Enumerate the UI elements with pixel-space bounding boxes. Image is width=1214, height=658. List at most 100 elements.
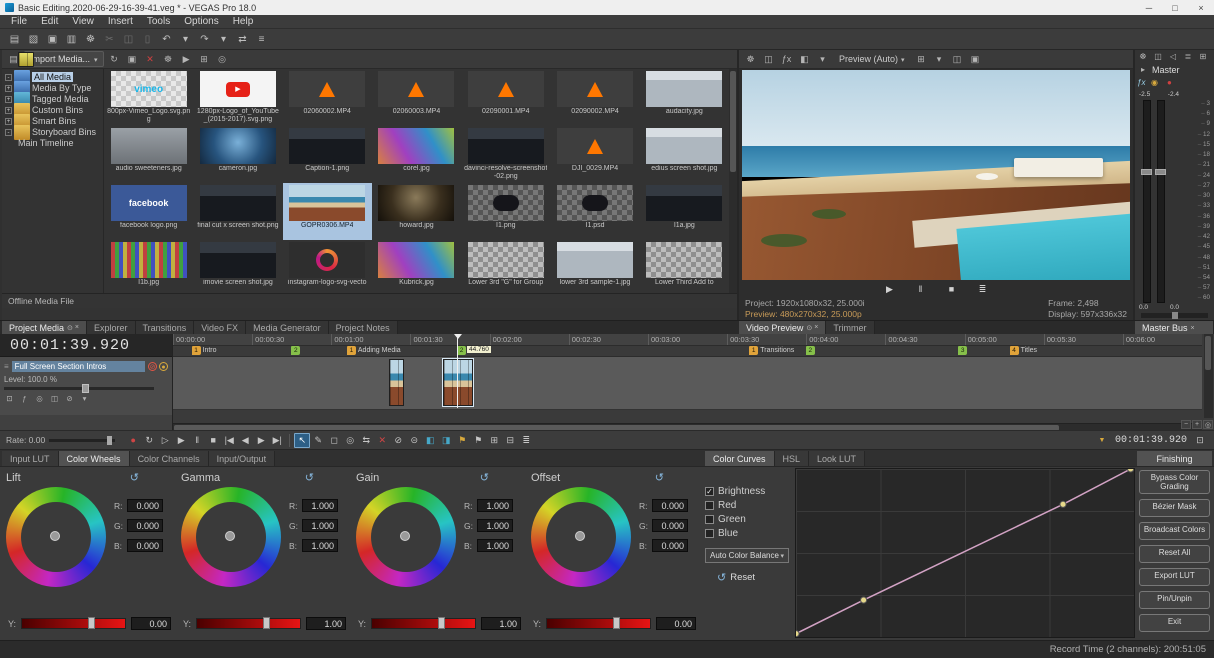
track-grip-icon[interactable]: ≡ [4,362,9,371]
track-mute-button[interactable]: ⊘ [148,362,157,371]
pin-icon[interactable] [67,324,73,332]
record-button[interactable]: ● [125,433,141,448]
media-item[interactable]: corel.jpg [372,126,461,183]
pan-slider[interactable] [1141,313,1208,318]
dock-tab[interactable]: Transitions [136,321,195,335]
red-value-field[interactable]: 0.000 [652,499,688,512]
curves-reset-button[interactable]: ↺ Reset [717,571,795,584]
slider-handle[interactable] [88,617,95,629]
close-icon[interactable] [814,324,818,332]
copy-snapshot-icon[interactable]: ◫ [950,52,965,66]
maximize-button[interactable]: □ [1162,1,1188,15]
close-icon[interactable] [1191,325,1195,332]
timeline-empty-area[interactable] [173,410,1202,423]
finishing-button[interactable]: Bézier Mask [1139,499,1210,517]
timeline-event[interactable] [389,359,404,406]
time-ruler[interactable]: 00:00:0000:00:3000:01:0000:01:3000:02:00… [173,334,1202,346]
save-project-button[interactable]: ▣ [44,31,61,47]
preview-stop-button[interactable]: ■ [944,282,959,296]
master-fx-icon[interactable]: ƒx [1137,78,1145,87]
pin-icon[interactable] [806,324,812,332]
luma-value-field[interactable]: 0.00 [656,617,696,630]
dock-tab[interactable]: Media Generator [246,321,329,335]
green-value-field[interactable]: 1.000 [302,519,338,532]
event-group-button[interactable]: ⊞ [486,433,502,448]
finishing-button[interactable]: Export LUT [1139,568,1210,586]
marker-tag[interactable]: 1 [192,346,201,355]
search-icon[interactable]: ◎ [215,52,230,66]
color-wheel[interactable] [6,487,106,587]
normal-edit-tool-button[interactable]: ↖ [294,433,310,448]
go-to-start-button[interactable]: |◀ [221,433,237,448]
channel-row[interactable]: Red [705,498,795,512]
green-value-field[interactable]: 1.000 [477,519,513,532]
media-item[interactable]: I1.psd [550,183,639,240]
finishing-button[interactable]: Exit [1139,614,1210,632]
split-screen-icon[interactable]: ◧ [797,52,812,66]
project-properties-icon[interactable]: ☸ [743,52,758,66]
channel-checkbox[interactable] [705,501,714,510]
preview-pause-button[interactable]: ‖ [913,282,928,296]
record-bus-icon[interactable]: ● [1163,76,1175,90]
fader-track-right[interactable] [1157,100,1165,303]
media-item[interactable]: Kubrick.jpg [372,240,461,293]
marker-tag[interactable]: 2 [291,346,300,355]
luma-slider[interactable] [546,618,651,629]
insert-region-button[interactable]: ⚑ [470,433,486,448]
go-to-end-button[interactable]: ▶| [269,433,285,448]
new-project-button[interactable]: ▤ [6,31,23,47]
color-panel-tab[interactable]: Color Wheels [59,451,130,466]
timeline-marker[interactable]: 1 Adding Media [347,346,401,355]
video-track-lane[interactable] [173,357,1202,410]
marker-tag[interactable]: 1 [347,346,356,355]
tree-expander-icon[interactable]: + [5,107,12,114]
rate-handle[interactable] [107,436,112,445]
color-wheel[interactable] [356,487,456,587]
tree-expander-icon[interactable]: + [5,85,12,92]
pan-handle[interactable] [1172,312,1178,319]
slider-handle[interactable] [82,384,89,393]
media-scrollbar[interactable] [729,69,737,293]
tree-expander-icon[interactable]: - [5,74,12,81]
paste-button[interactable]: ▯ [139,31,156,47]
finishing-button[interactable]: Broadcast Colors [1139,522,1210,540]
marker-tag[interactable]: 3 [958,346,967,355]
media-item[interactable]: facebook logo.png [104,183,193,240]
track-solo-button[interactable]: ● [159,362,168,371]
channel-checkbox[interactable] [705,487,714,496]
tree-expander-icon[interactable]: + [5,96,12,103]
media-item[interactable]: 800px-Vimeo_Logo.svg.png [104,69,193,126]
timeline-vertical-scrollbar[interactable] [1204,334,1213,418]
dock-tab[interactable]: Trimmer [826,321,874,335]
finishing-button[interactable]: Bypass Color Grading [1139,470,1210,494]
scrollbar-handle[interactable] [730,71,736,172]
color-panel-tab[interactable]: Input/Output [209,451,276,466]
color-wheel[interactable] [181,487,281,587]
timeline-cursor[interactable] [457,334,458,408]
fit-project-button[interactable]: ⊡ [1192,433,1208,448]
zoom-out-button[interactable]: − [1181,420,1191,429]
marker-tag[interactable]: 2 [457,346,466,355]
refresh-icon[interactable]: ↻ [107,52,122,66]
channel-checkbox[interactable] [705,515,714,524]
fader-handle[interactable] [1155,169,1166,175]
quantize-to-frames-button[interactable]: ◨ [438,433,454,448]
menu-item[interactable]: Help [226,16,261,27]
event-split-button[interactable]: ⊟ [502,433,518,448]
compositing-mode-icon[interactable]: ◫ [49,394,60,403]
wheel-reset-icon[interactable]: ↺ [305,471,314,484]
media-item[interactable]: davinci-resolve-screenshot-02.png [461,126,550,183]
marker-lane[interactable]: 1 Intro 2 1 Adding Media 2 [173,346,1202,357]
preview-options-icon[interactable]: ≣ [975,282,990,296]
media-item[interactable]: final cut x screen shot.png [193,183,282,240]
capture-settings-icon[interactable]: ☸ [161,52,176,66]
meter-options-icon[interactable]: ≣ [1182,50,1194,64]
zoom-edit-tool-button[interactable]: ◎ [342,433,358,448]
remove-media-icon[interactable]: ✕ [143,52,158,66]
preview-quality-dropdown[interactable]: Preview (Auto) [839,54,905,64]
color-wheel[interactable] [531,487,631,587]
media-item[interactable]: Caption-1.png [283,126,372,183]
media-item[interactable]: Lower 3rd "G" for Group [461,240,550,293]
auto-preview-icon[interactable]: ▶ [179,52,194,66]
rate-slider[interactable] [49,439,115,442]
